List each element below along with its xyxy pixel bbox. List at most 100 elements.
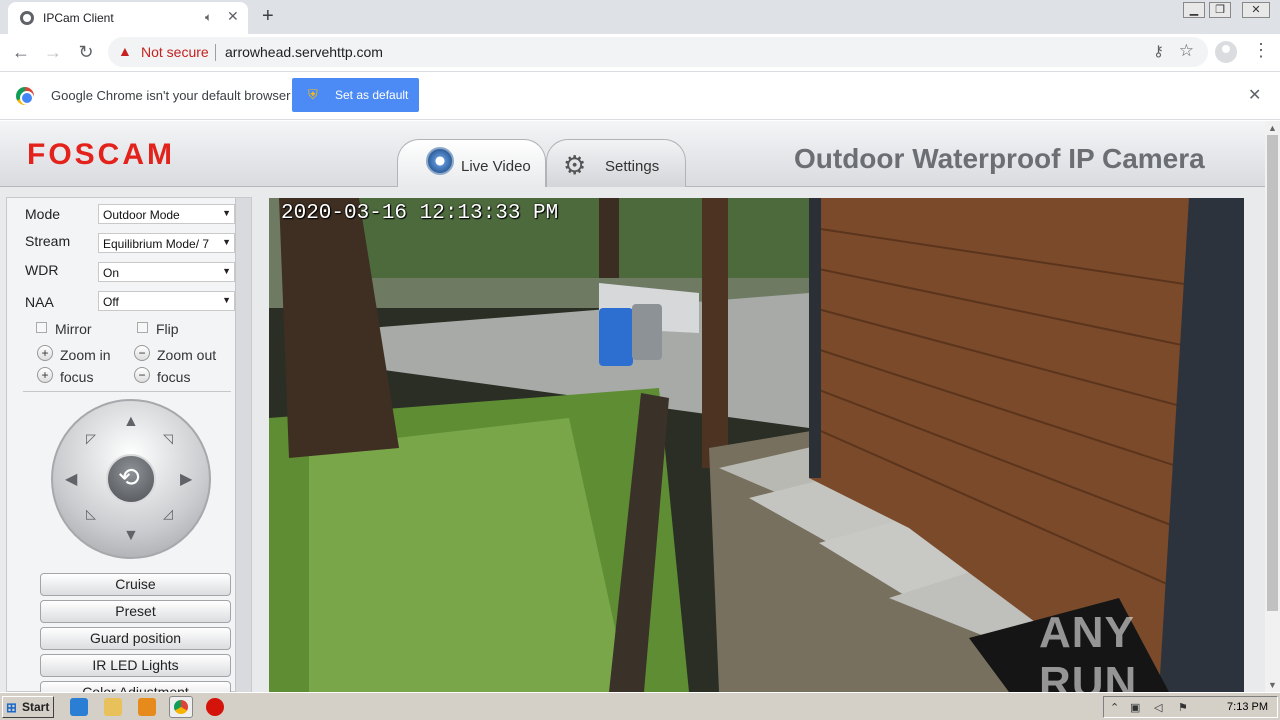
sidebar-divider (23, 391, 231, 392)
ptz-control[interactable]: ▲ ▼ ◀ ▶ ◸ ◹ ◺ ◿ ⟲ (51, 399, 211, 559)
tab-close-icon[interactable]: ✕ (227, 8, 239, 25)
guard-position-button[interactable]: Guard position (40, 627, 231, 650)
mirror-label: Mirror (55, 321, 92, 337)
focus-minus-icon[interactable]: − (134, 367, 150, 383)
stream-label: Stream (25, 233, 71, 249)
pan-up-left-icon[interactable]: ◸ (86, 431, 96, 447)
warning-icon[interactable]: ▲ (118, 43, 132, 59)
volume-icon[interactable]: ◁ (1154, 701, 1162, 714)
minimize-button[interactable]: ▁ (1183, 2, 1205, 18)
menu-kebab-icon[interactable]: ⋮ (1252, 40, 1270, 61)
control-sidebar: Mode Outdoor Mode Stream Equilibrium Mod… (6, 197, 252, 692)
video-timestamp: 2020-03-16 12:13:33 PM (281, 202, 559, 225)
tab-title: IPCam Client (43, 11, 114, 25)
address-bar[interactable]: ▲ Not secure arrowhead.servehttp.com ⚷ ☆ (108, 37, 1208, 67)
tab-settings[interactable]: ⚙ Settings (546, 139, 686, 187)
cruise-button[interactable]: Cruise (40, 573, 231, 596)
scroll-up-icon[interactable]: ▲ (1268, 123, 1277, 133)
zoom-in-icon[interactable]: + (37, 345, 53, 361)
url-text[interactable]: arrowhead.servehttp.com (225, 44, 383, 60)
naa-select[interactable]: Off (98, 291, 235, 311)
address-separator (215, 44, 216, 61)
chrome-logo-icon (16, 87, 34, 105)
reset-rotate-icon: ⟲ (118, 462, 140, 492)
sidebar-scrollbar[interactable] (235, 198, 251, 692)
foscam-logo: FOSCAM (27, 138, 175, 171)
wdr-label: WDR (25, 262, 59, 278)
focus-plus-icon[interactable]: + (37, 367, 53, 383)
browser-tab[interactable]: IPCam Client 🔈︎ ✕ (8, 2, 248, 34)
flag-icon[interactable]: ⚑ (1178, 701, 1188, 714)
pan-down-left-icon[interactable]: ◺ (86, 506, 96, 522)
security-status[interactable]: Not secure (141, 44, 209, 60)
clock[interactable]: 7:13 PM (1227, 701, 1268, 713)
start-label: Start (22, 700, 50, 714)
infobar-close-icon[interactable]: ✕ (1248, 85, 1261, 105)
restore-button[interactable]: ❐ (1209, 2, 1231, 18)
profile-avatar-icon[interactable] (1215, 41, 1237, 63)
ipcam-page: FOSCAM Live Video ⚙ Settings Outdoor Wat… (0, 121, 1265, 692)
ir-led-lights-button[interactable]: IR LED Lights (40, 654, 231, 677)
pan-left-icon[interactable]: ◀ (65, 469, 77, 489)
media-player-icon[interactable] (138, 698, 156, 716)
speaker-icon[interactable]: 🔈︎ (205, 10, 212, 25)
internet-explorer-icon[interactable] (70, 698, 88, 716)
set-as-default-button[interactable]: ⛨ Set as default (292, 78, 419, 112)
camera-model-title: Outdoor Waterproof IP Camera (794, 143, 1205, 174)
chrome-taskbar-button[interactable] (169, 696, 193, 718)
default-browser-infobar: Google Chrome isn't your default browser… (0, 72, 1280, 120)
forward-button[interactable]: → (41, 40, 65, 64)
tab-strip: IPCam Client 🔈︎ ✕ + ▁ ❐ ✕ (0, 0, 1280, 34)
browser-toolbar: ← → ↻ ▲ Not secure arrowhead.servehttp.c… (0, 34, 1280, 72)
close-window-button[interactable]: ✕ (1242, 2, 1270, 18)
gear-icon: ⚙ (563, 150, 587, 180)
naa-label: NAA (25, 294, 54, 310)
pan-up-icon[interactable]: ▲ (123, 413, 139, 431)
back-button[interactable]: ← (9, 40, 33, 64)
infobar-message: Google Chrome isn't your default browser (51, 88, 291, 103)
flip-label: Flip (156, 321, 179, 337)
pan-up-right-icon[interactable]: ◹ (163, 431, 173, 447)
new-tab-button[interactable]: + (262, 5, 274, 28)
scroll-down-icon[interactable]: ▼ (1268, 680, 1277, 690)
reload-button[interactable]: ↻ (74, 40, 98, 64)
zoom-in-label[interactable]: Zoom in (60, 347, 111, 363)
ptz-center-button[interactable]: ⟲ (106, 454, 156, 504)
bookmark-star-icon[interactable]: ☆ (1179, 41, 1194, 61)
start-button[interactable]: ⊞ Start (2, 696, 54, 718)
wdr-select[interactable]: On (98, 262, 235, 282)
key-icon[interactable]: ⚷ (1153, 42, 1164, 60)
flip-checkbox[interactable] (137, 322, 148, 333)
windows-logo-icon: ⊞ (6, 700, 17, 715)
pan-down-right-icon[interactable]: ◿ (163, 506, 173, 522)
tab-live-video[interactable]: Live Video (397, 139, 546, 187)
scroll-thumb[interactable] (1267, 135, 1278, 611)
live-video-feed[interactable]: 2020-03-16 12:13:33 PM ANY RUN (269, 198, 1244, 692)
color-adjustment-button[interactable]: Color Adjustment (40, 681, 231, 692)
tray-expand-icon[interactable]: ⌃ (1110, 701, 1119, 714)
shield-icon: ⛨ (308, 87, 318, 102)
focus-plus-label[interactable]: focus (60, 369, 93, 385)
mirror-checkbox[interactable] (36, 322, 47, 333)
app-header: FOSCAM Live Video ⚙ Settings Outdoor Wat… (0, 121, 1265, 187)
tab-settings-label: Settings (605, 158, 660, 175)
stop-icon[interactable] (206, 698, 224, 716)
chrome-icon (174, 700, 188, 714)
pan-down-icon[interactable]: ▼ (123, 527, 139, 545)
page-scrollbar[interactable]: ▲ ▼ (1265, 121, 1280, 692)
folder-icon[interactable] (104, 698, 122, 716)
anyrun-watermark: ANY RUN (1039, 608, 1138, 692)
focus-minus-label[interactable]: focus (157, 369, 190, 385)
windows-taskbar: ⊞ Start ⌃ ▣ ◁ ⚑ 7:13 PM (0, 692, 1280, 720)
preset-button[interactable]: Preset (40, 600, 231, 623)
set-as-default-label: Set as default (335, 88, 409, 102)
mode-select[interactable]: Outdoor Mode (98, 204, 235, 224)
zoom-out-icon[interactable]: − (134, 345, 150, 361)
system-tray: ⌃ ▣ ◁ ⚑ 7:13 PM (1103, 696, 1278, 718)
zoom-out-label[interactable]: Zoom out (157, 347, 216, 363)
browser-window: IPCam Client 🔈︎ ✕ + ▁ ❐ ✕ ← → ↻ ▲ Not se… (0, 0, 1280, 720)
network-icon[interactable]: ▣ (1130, 701, 1140, 714)
stream-select[interactable]: Equilibrium Mode/ 7 (98, 233, 235, 253)
pan-right-icon[interactable]: ▶ (180, 469, 192, 489)
mode-label: Mode (25, 206, 61, 222)
